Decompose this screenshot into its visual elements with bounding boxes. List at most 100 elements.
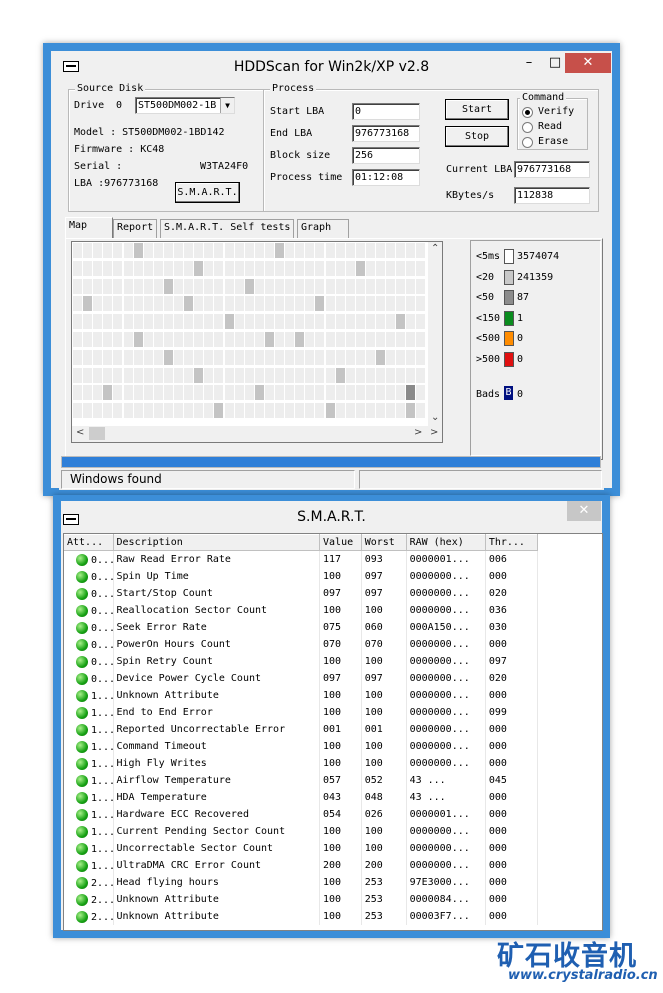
current-lba-label: Current LBA: [446, 164, 513, 175]
map-horizontal-scrollbar[interactable]: < > >: [72, 426, 442, 442]
map-block: [83, 296, 93, 312]
table-row[interactable]: 0... PowerOn Hours Count 070 070 0000000... 0…: [64, 636, 539, 653]
smart-cell-worst: 026: [361, 806, 407, 823]
scroll-right-end-icon[interactable]: >: [430, 427, 438, 438]
table-row[interactable]: 1... End to End Error 100 100 0000000... 099: [64, 704, 539, 721]
table-row[interactable]: 1... Unknown Attribute 100 100 0000000... 000: [64, 687, 539, 704]
smart-close-button[interactable]: ✕: [567, 501, 601, 521]
legend-count: 0: [517, 353, 524, 365]
smart-cell-raw: 0000000...: [406, 636, 486, 653]
map-block: [194, 349, 204, 365]
table-row[interactable]: 0... Device Power Cycle Count 097 097 000000…: [64, 670, 539, 687]
smart-table[interactable]: Att... Description Value Worst RAW (hex)…: [64, 534, 539, 925]
map-block: [325, 243, 335, 258]
stop-button[interactable]: Stop: [445, 126, 509, 147]
tab-graph[interactable]: Graph: [297, 219, 349, 238]
legend-swatch: [504, 290, 514, 305]
block-size-input[interactable]: 256: [352, 147, 420, 164]
table-row[interactable]: 1... Reported Uncorrectable Error 001 001 00…: [64, 721, 539, 738]
table-row[interactable]: 1... Command Timeout 100 100 0000000... 000: [64, 738, 539, 755]
map-block: [275, 332, 284, 347]
process-time-input[interactable]: 01:12:08: [352, 169, 420, 186]
table-row[interactable]: 0... Seek Error Rate 075 060 000A150... 030: [64, 619, 539, 636]
map-block: [143, 314, 153, 330]
close-button[interactable]: ✕: [565, 53, 611, 73]
verify-label[interactable]: Verify: [538, 106, 574, 117]
tab-map[interactable]: Map: [65, 217, 113, 238]
drive-select[interactable]: ST500DM002-1B ▼: [135, 97, 235, 114]
verify-radio[interactable]: [522, 107, 533, 118]
map-block: [174, 260, 183, 276]
column-att[interactable]: Att...: [64, 534, 114, 551]
map-block: [133, 260, 143, 276]
map-block: [234, 385, 244, 401]
status-ok-icon: [76, 621, 88, 634]
map-block: [143, 296, 153, 312]
scroll-right-icon[interactable]: >: [414, 427, 422, 438]
map-block: [345, 260, 355, 276]
map-block: [73, 332, 82, 347]
table-row[interactable]: 2... Head flying hours 100 253 97E3000... 000: [64, 874, 539, 891]
map-block: [113, 278, 123, 294]
map-block: [153, 243, 163, 258]
map-block: [386, 314, 396, 330]
scroll-thumb[interactable]: [89, 427, 105, 440]
map-vertical-scrollbar[interactable]: ⌃ ⌄: [428, 242, 442, 428]
table-row[interactable]: 0... Reallocation Sector Count 100 100 00000…: [64, 602, 539, 619]
smart-cell-att: 2...: [64, 891, 114, 908]
map-block: [365, 296, 375, 312]
tab-report[interactable]: Report: [113, 219, 158, 238]
erase-label[interactable]: Erase: [538, 136, 568, 147]
map-block: [386, 349, 396, 365]
table-row[interactable]: 0... Spin Up Time 100 097 0000000... 000: [64, 568, 539, 585]
map-block: [163, 278, 173, 294]
map-block: [396, 385, 406, 401]
column-description[interactable]: Description: [113, 534, 321, 551]
scroll-left-icon[interactable]: <: [76, 427, 84, 438]
map-block: [264, 385, 274, 401]
tab-smart-self-tests[interactable]: S.M.A.R.T. Self tests: [160, 219, 295, 238]
table-row[interactable]: 1... Uncorrectable Sector Count 100 100 0000…: [64, 840, 539, 857]
column-raw[interactable]: RAW (hex): [406, 534, 486, 551]
table-row[interactable]: 1... Current Pending Sector Count 100 100 00…: [64, 823, 539, 840]
map-block: [244, 385, 254, 401]
smart-button[interactable]: S.M.A.R.T.: [175, 182, 240, 203]
table-row[interactable]: 2... Unknown Attribute 100 253 00003F7... 000: [64, 908, 539, 925]
start-button[interactable]: Start: [445, 99, 509, 120]
map-block: [254, 278, 264, 294]
map-block: [376, 260, 385, 276]
table-row[interactable]: 1... Airflow Temperature 057 052 43 ... 045: [64, 772, 539, 789]
map-block: [264, 332, 274, 347]
kbytes-input[interactable]: 112838: [514, 187, 590, 204]
map-block: [103, 385, 113, 401]
column-thr[interactable]: Thr...: [485, 534, 539, 551]
scroll-up-icon[interactable]: ⌃: [431, 243, 439, 254]
surface-map[interactable]: ⌃ ⌄ < > >: [71, 241, 443, 443]
table-row[interactable]: 2... Unknown Attribute 100 253 0000084... 000: [64, 891, 539, 908]
read-label[interactable]: Read: [538, 121, 562, 132]
column-value[interactable]: Value: [319, 534, 362, 551]
start-lba-input[interactable]: 0: [352, 103, 420, 120]
table-row[interactable]: 1... UltraDMA CRC Error Count 200 200 000000…: [64, 857, 539, 874]
chevron-down-icon[interactable]: ▼: [220, 98, 234, 113]
smart-cell-thr: 000: [485, 789, 539, 806]
erase-radio[interactable]: [522, 137, 533, 148]
scroll-down-icon[interactable]: ⌄: [431, 412, 439, 423]
map-grid: [72, 242, 428, 422]
column-worst[interactable]: Worst: [361, 534, 407, 551]
table-row[interactable]: 1... Hardware ECC Recovered 054 026 0000001.…: [64, 806, 539, 823]
map-block: [315, 349, 325, 365]
status-ok-icon: [76, 808, 88, 821]
table-row[interactable]: 0... Raw Read Error Rate 117 093 0000001... 0…: [64, 550, 539, 568]
table-row[interactable]: 1... High Fly Writes 100 100 0000000... 000: [64, 755, 539, 772]
table-row[interactable]: 1... HDA Temperature 043 048 43 ... 000: [64, 789, 539, 806]
current-lba-input[interactable]: 976773168: [514, 161, 590, 178]
read-radio[interactable]: [522, 122, 533, 133]
table-row[interactable]: 0... Start/Stop Count 097 097 0000000... 020: [64, 585, 539, 602]
map-block: [365, 260, 375, 276]
end-lba-input[interactable]: 976773168: [352, 125, 420, 142]
map-block: [264, 278, 274, 294]
table-row[interactable]: 0... Spin Retry Count 100 100 0000000... 097: [64, 653, 539, 670]
smart-cell-value: 117: [319, 550, 362, 568]
minimize-button[interactable]: –: [515, 53, 543, 73]
